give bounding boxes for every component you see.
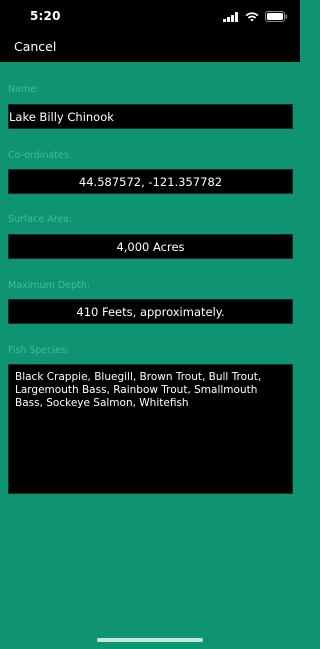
name-field[interactable]: Lake Billy Chinook [8,104,293,129]
surface-area-label: Surface Area: [8,214,73,225]
status-icons [223,9,288,23]
home-indicator[interactable] [97,638,203,642]
name-label: Name: [8,84,40,95]
wifi-icon [245,7,259,26]
coordinates-label: Co-ordinates: [8,150,73,161]
fish-species-label: Fish Species: [8,345,70,356]
cancel-button[interactable]: Cancel [14,39,56,54]
max-depth-label: Maximum Depth: [8,280,90,291]
max-depth-field[interactable]: 410 Feets, approximately. [8,299,293,324]
surface-area-field[interactable]: 4,000 Acres [8,234,293,259]
status-time: 5:20 [30,9,61,23]
fish-species-textarea[interactable]: Black Crappie, Bluegill, Brown Trout, Bu… [8,364,293,494]
coordinates-field[interactable]: 44.587572, -121.357782 [8,169,293,194]
top-bar: 5:20 Cancel [0,0,300,62]
signal-icon [223,7,239,26]
battery-icon [265,7,288,26]
